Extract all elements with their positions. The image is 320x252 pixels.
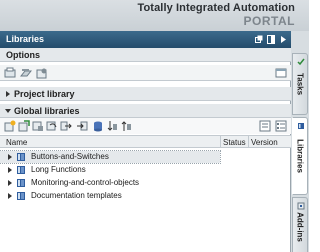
library-name: Buttons-and-Switches	[31, 152, 109, 161]
library-book-icon	[17, 166, 25, 174]
libraries-icon	[298, 123, 304, 129]
library-name: Monitoring-and-control-objects	[31, 178, 140, 187]
task-card-tabs: Tasks Libraries Add-ins	[291, 31, 309, 252]
library-book-icon	[17, 153, 25, 161]
options-section-header: Options	[0, 48, 291, 62]
close-library-icon[interactable]	[46, 120, 58, 132]
banner-subtitle: PORTAL	[243, 14, 295, 28]
options-title: Options	[6, 50, 40, 60]
table-row[interactable]: Buttons-and-Switches	[0, 150, 291, 164]
tab-tasks[interactable]: Tasks	[292, 53, 308, 115]
project-library-section[interactable]: Project library	[0, 87, 291, 101]
column-divider	[248, 136, 249, 148]
library-view-icon[interactable]	[4, 67, 16, 79]
libraries-panel: Libraries Options Project library Global…	[0, 31, 291, 252]
open-global-library-icon[interactable]	[18, 120, 30, 132]
table-header: Name Status Version	[0, 135, 291, 148]
tab-add-ins-label: Add-ins	[295, 212, 305, 242]
column-status[interactable]: Status	[223, 138, 246, 147]
chevron-right-icon	[6, 91, 10, 97]
tasks-icon	[297, 58, 305, 66]
global-libraries-section[interactable]: Global libraries	[0, 104, 291, 118]
split-view-icon[interactable]	[267, 35, 275, 44]
library-properties-icon[interactable]	[36, 67, 48, 79]
panel-header: Libraries	[0, 31, 291, 48]
open-library-icon[interactable]	[20, 67, 32, 79]
expand-arrow-icon[interactable]	[7, 193, 13, 199]
tab-libraries-label: Libraries	[295, 139, 305, 173]
expand-arrow-icon[interactable]	[7, 180, 13, 186]
title-banner: Totally Integrated Automation PORTAL	[0, 0, 309, 31]
options-toolbar	[0, 65, 291, 81]
column-version[interactable]: Version	[251, 138, 278, 147]
float-window-icon[interactable]	[255, 35, 263, 44]
expand-arrow-icon[interactable]	[7, 154, 13, 160]
banner-title: Totally Integrated Automation	[137, 2, 295, 14]
expand-arrow-icon[interactable]	[7, 167, 13, 173]
panel-title: Libraries	[6, 34, 45, 44]
tab-add-ins[interactable]: Add-ins	[292, 197, 308, 252]
table-row[interactable]: Monitoring-and-control-objects	[0, 177, 291, 189]
collapse-panel-icon[interactable]	[279, 35, 287, 44]
export-icon[interactable]	[60, 120, 72, 132]
add-ins-icon	[297, 202, 305, 210]
show-details-icon[interactable]	[275, 67, 287, 79]
sort-down-icon[interactable]	[106, 120, 118, 132]
project-library-title: Project library	[14, 89, 75, 99]
library-name: Long Functions	[31, 165, 86, 174]
library-name: Documentation templates	[31, 191, 122, 200]
library-book-icon	[17, 179, 25, 187]
tab-libraries[interactable]: Libraries	[292, 117, 308, 195]
details-view-icon[interactable]	[275, 120, 287, 132]
library-book-icon	[17, 192, 25, 200]
table-row[interactable]: Long Functions	[0, 164, 291, 176]
global-libraries-title: Global libraries	[14, 106, 80, 116]
chevron-down-icon	[5, 109, 11, 113]
column-divider	[220, 136, 221, 148]
import-icon[interactable]	[76, 120, 88, 132]
list-view-icon[interactable]	[259, 120, 271, 132]
global-libraries-toolbar	[0, 118, 291, 134]
sort-up-icon[interactable]	[120, 120, 132, 132]
create-library-icon[interactable]	[4, 120, 16, 132]
database-icon[interactable]	[92, 120, 104, 132]
table-row[interactable]: Documentation templates	[0, 190, 291, 202]
tab-tasks-label: Tasks	[295, 72, 305, 96]
column-name[interactable]: Name	[6, 138, 27, 147]
save-library-icon[interactable]	[32, 120, 44, 132]
